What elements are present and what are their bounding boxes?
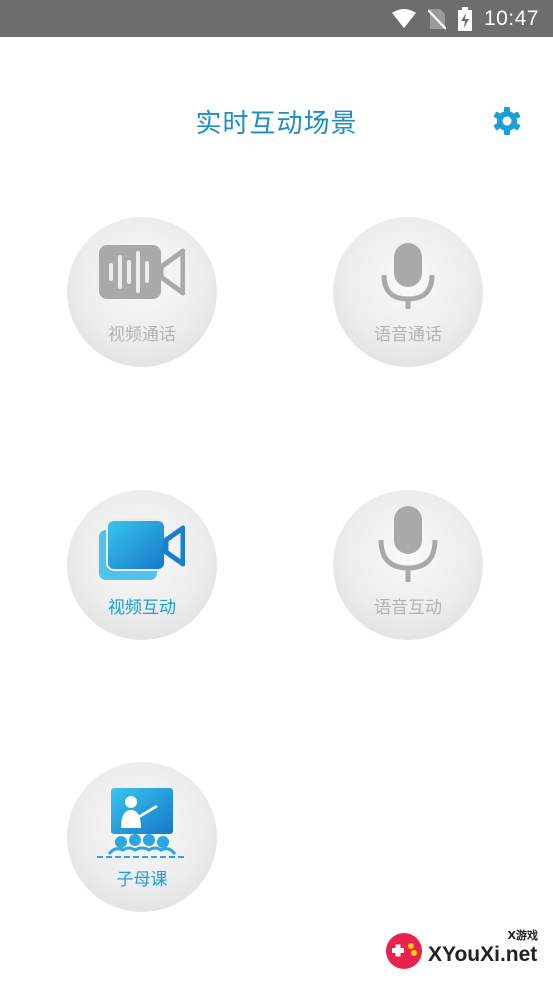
- video-call-button[interactable]: 视频通话: [67, 217, 217, 367]
- voice-interaction-label: 语音互动: [374, 598, 442, 618]
- classroom-icon: [97, 788, 187, 858]
- gamepad-logo-icon: [386, 933, 422, 969]
- status-time: 10:47: [483, 6, 539, 30]
- parent-child-class-label: 子母课: [116, 870, 168, 890]
- video-interaction-label: 视频互动: [108, 598, 176, 618]
- parent-child-class-button[interactable]: 子母课: [67, 762, 217, 912]
- video-camera-icon: [99, 519, 185, 580]
- header: 实时互动场景: [0, 37, 553, 205]
- gear-icon: [493, 107, 521, 135]
- watermark-tag: X游戏: [507, 929, 538, 942]
- watermark: XYouXi.net X游戏: [384, 925, 550, 977]
- watermark-brand: XYouXi.net: [428, 943, 538, 966]
- battery-charging-icon: [457, 6, 472, 31]
- microphone-icon: [378, 506, 438, 582]
- no-sim-icon: [427, 8, 446, 30]
- status-bar: 10:47: [0, 0, 553, 37]
- settings-button[interactable]: [492, 106, 522, 136]
- page-title: 实时互动场景: [195, 109, 358, 139]
- video-camera-icon: [99, 245, 185, 299]
- wifi-icon: [391, 8, 416, 28]
- voice-call-button[interactable]: 语音通话: [333, 217, 483, 367]
- video-interaction-button[interactable]: 视频互动: [67, 490, 217, 640]
- voice-interaction-button[interactable]: 语音互动: [333, 490, 483, 640]
- video-call-label: 视频通话: [108, 325, 176, 345]
- voice-call-label: 语音通话: [374, 325, 442, 345]
- microphone-icon: [381, 243, 435, 309]
